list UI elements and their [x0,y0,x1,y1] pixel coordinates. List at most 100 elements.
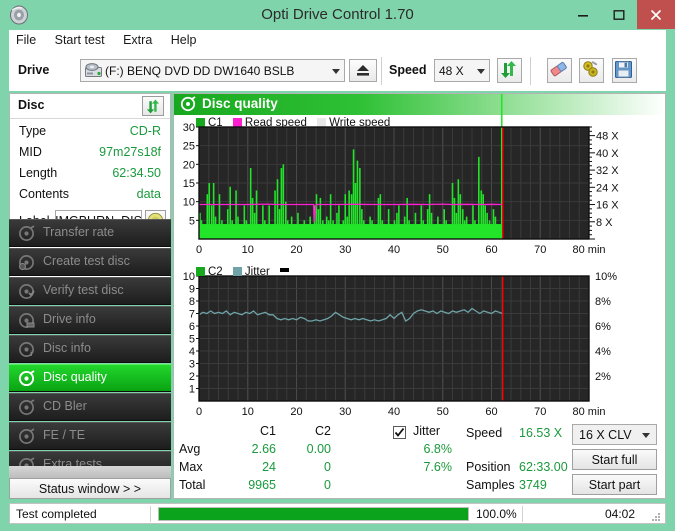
disc-refresh-button[interactable] [142,96,164,116]
svg-text:10: 10 [183,271,195,283]
refresh-icon [501,61,516,78]
sidebar-item-label: FE / TE [43,428,86,442]
svg-text:80 min: 80 min [572,244,605,256]
eject-button[interactable] [349,59,377,82]
legend-swatch-c2 [196,267,205,276]
status-message: Test completed [16,507,97,521]
sidebar-item-transfer-rate[interactable]: Transfer rate [9,219,171,247]
sidebar-item-disc-quality[interactable]: Disc quality [9,364,171,392]
svg-text:70: 70 [534,244,546,256]
progress-bar [158,507,469,521]
svg-text:30: 30 [183,122,195,134]
drive-info-icon [18,312,35,329]
app-window: Opti Drive Control 1.70 File Start test … [0,0,675,531]
svg-text:25: 25 [183,141,195,153]
sidebar-item-cd-bler[interactable]: CD Bler [9,393,171,421]
svg-text:70: 70 [534,406,546,418]
chevron-down-icon [332,68,340,74]
start-part-button[interactable]: Start part [572,474,657,495]
sidebar-item-label: CD Bler [43,399,87,413]
svg-text:60: 60 [485,406,497,418]
maximize-button[interactable] [601,0,637,29]
disc-row-type: Type CD-R [10,124,170,141]
maximize-icon [601,0,637,29]
close-button[interactable] [637,0,675,29]
menu-item-extra[interactable]: Extra [116,30,159,51]
svg-text:2%: 2% [595,371,611,383]
disc-row-contents: Contents data [10,187,170,204]
drive-select[interactable]: (F:) BENQ DVD DD DW1640 BSLB [80,59,345,82]
menu-item-file[interactable]: File [9,30,43,51]
legend-swatch-jitter [232,267,242,276]
floppy-save-icon [615,61,632,78]
stats-col-header-c1: C1 [260,424,276,438]
refresh-button[interactable] [497,58,522,83]
jitter-checkbox[interactable] [393,426,406,439]
svg-text:50: 50 [437,406,449,418]
disc-row-type-key: Type [19,124,47,138]
chart2-legend: C2 Jitter [196,266,292,278]
sidebar-item-label: Create test disc [43,254,130,268]
sidebar-item-verify-test-disc[interactable]: Verify test disc [9,277,171,305]
stats-panel: C1 C2 Avg 2.66 0.00 Max 24 0 Total 9965 … [174,424,665,498]
resize-grip-icon[interactable] [650,509,661,521]
write-speed-select-value: 16 X CLV [579,427,632,442]
svg-text:5: 5 [189,334,195,346]
drive-select-value: (F:) BENQ DVD DD DW1640 BSLB [105,63,295,78]
write-speed-select[interactable]: 16 X CLV [572,424,657,445]
disc-create-icon [18,254,35,271]
menu-item-help[interactable]: Help [164,30,204,51]
svg-text:7: 7 [189,309,195,321]
svg-text:24 X: 24 X [596,182,619,194]
sidebar-item-label: Drive info [43,312,96,326]
tools-button[interactable] [579,58,604,83]
svg-text:32 X: 32 X [596,165,619,177]
check-icon [394,427,405,437]
svg-text:6%: 6% [595,321,611,333]
svg-text:1: 1 [189,384,195,396]
disc-row-length: Length 62:34.50 [10,166,170,183]
stats-row-max-label: Max [179,460,203,474]
sidebar-item-fe-te[interactable]: FE / TE [9,422,171,450]
speed-select[interactable]: 48 X [434,59,490,82]
svg-text:10: 10 [183,197,195,209]
stats-row-avg-c1: 2.66 [251,442,276,456]
stats-row-max-c1: 24 [262,460,276,474]
chevron-down-icon [642,432,650,438]
stats-col-header-c2: C2 [315,424,331,438]
svg-text:20: 20 [183,159,195,171]
title-bar: Opti Drive Control 1.70 [0,0,675,29]
speed-label: Speed [389,63,427,77]
svg-text:10: 10 [242,244,254,256]
sidebar-nav: Transfer rate Create test disc Verify te… [9,219,171,480]
disc-row-type-value: CD-R [129,124,161,138]
disc-fete-icon [18,428,35,445]
svg-text:50: 50 [437,244,449,256]
start-full-button[interactable]: Start full [572,449,657,470]
drive-label: Drive [18,63,50,77]
svg-text:8: 8 [189,296,195,308]
svg-text:9: 9 [189,284,195,296]
save-button[interactable] [612,58,637,83]
minimize-button[interactable] [565,0,601,29]
svg-text:3: 3 [189,359,195,371]
erase-button[interactable] [547,58,572,83]
status-window-button[interactable]: Status window > > [9,478,171,499]
svg-text:16 X: 16 X [596,200,619,212]
disc-info-icon: i [18,341,35,358]
sidebar-item-label: Verify test disc [43,283,124,297]
svg-text:2: 2 [189,371,195,383]
sidebar-item-disc-info[interactable]: i Disc info [9,335,171,363]
menu-item-start-test[interactable]: Start test [48,30,112,51]
disc-row-length-value: 62:34.50 [112,166,161,180]
tools-icon [583,61,598,77]
sidebar-item-drive-info[interactable]: Drive info [9,306,171,334]
stats-row-total-c2: 0 [324,478,331,492]
sidebar-item-create-test-disc[interactable]: Create test disc [9,248,171,276]
svg-text:20: 20 [290,406,302,418]
toolbar-separator-2 [530,57,531,85]
stats-row-max-jitter: 7.6% [423,460,453,474]
legend-swatch-unknown [280,268,290,272]
toolbar-separator-1 [381,57,382,85]
speed-select-value: 48 X [439,63,464,78]
